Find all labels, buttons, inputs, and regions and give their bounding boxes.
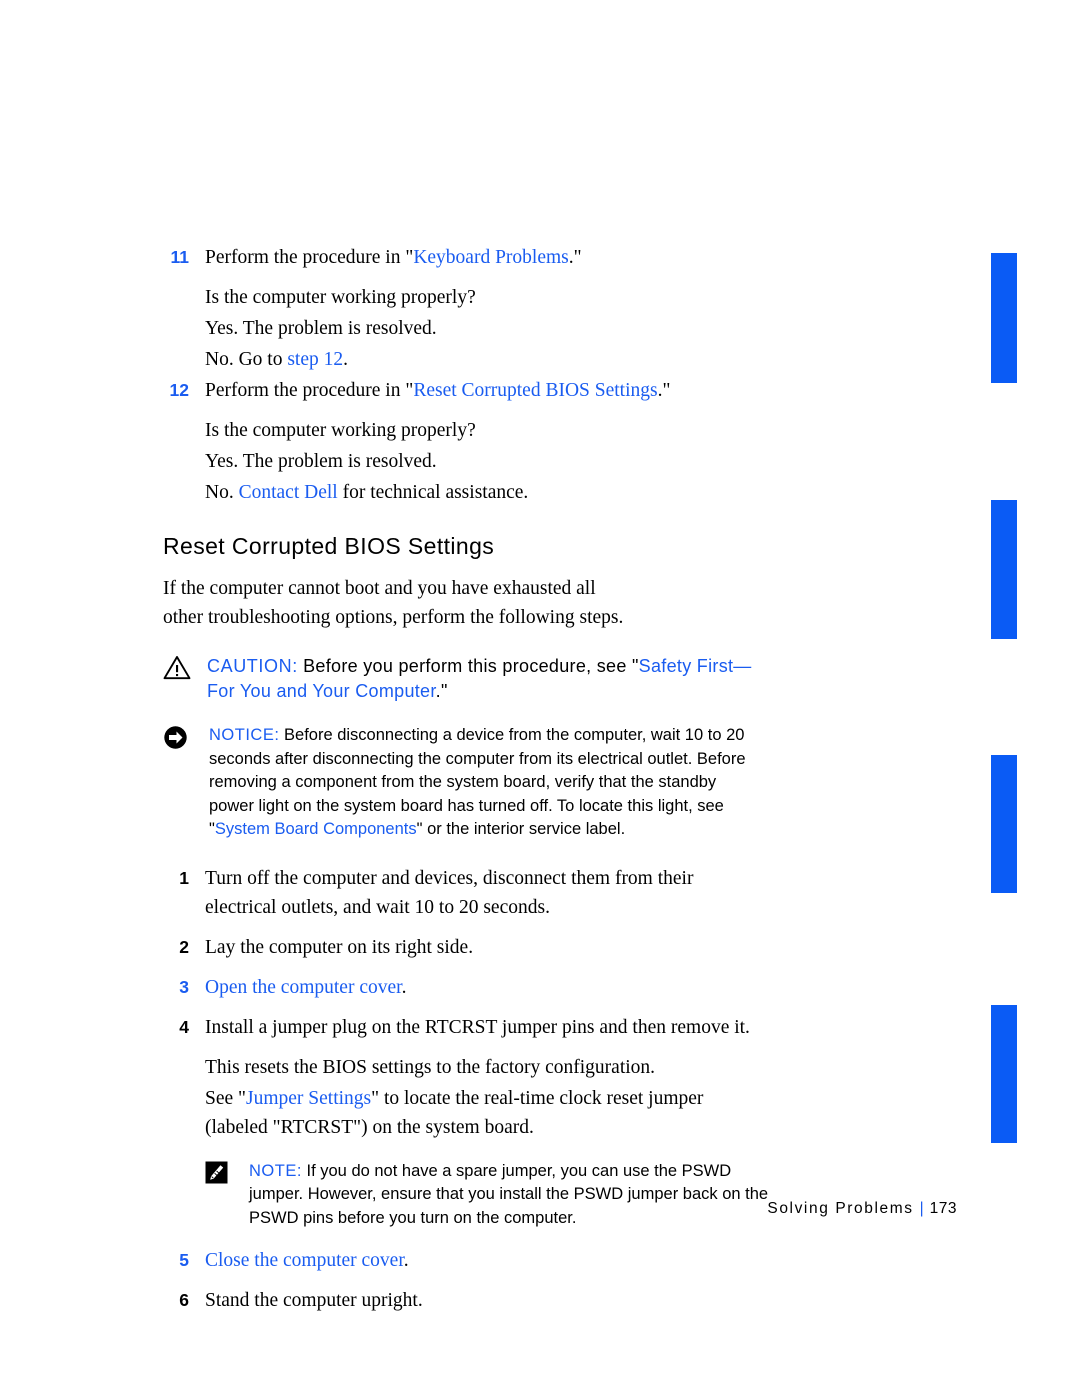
pencil-note-icon (205, 1161, 239, 1187)
list-item-step-2: 2 Lay the computer on its right side. (163, 933, 763, 962)
list-item-step-4: 4 Install a jumper plug on the RTCRST ju… (163, 1013, 763, 1042)
answer-no-text: No. Go to step 12. (205, 349, 349, 370)
list-item-step-5: 5 Close the computer cover. (163, 1246, 763, 1275)
step-text: Close the computer cover. (205, 1250, 409, 1271)
step-text: Install a jumper plug on the RTCRST jump… (205, 1016, 750, 1038)
step-number: 6 (179, 1290, 189, 1310)
step-4-detail-1: This resets the BIOS settings to the fac… (205, 1056, 656, 1078)
thumb-index-tab (991, 500, 1017, 639)
answer-yes-text: Yes. The problem is resolved. (205, 318, 437, 339)
link-open-the-computer-cover[interactable]: Open the computer cover (205, 977, 402, 998)
list-item-step-11: 11 Perform the procedure in "Keyboard Pr… (163, 243, 763, 272)
page-number: 173 (929, 1200, 957, 1217)
notice-text: NOTICE: Before disconnecting a device fr… (209, 726, 746, 838)
question-text: Is the computer working properly? (205, 287, 476, 308)
step-text: Perform the procedure in "Reset Corrupte… (205, 380, 671, 401)
list-item-step-3: 3 Open the computer cover. (163, 973, 763, 1002)
step-4-detail-2: See "Jumper Settings" to locate the real… (205, 1087, 704, 1138)
section-heading: Reset Corrupted BIOS Settings (163, 533, 495, 559)
list-item-step-1: 1 Turn off the computer and devices, dis… (163, 864, 763, 922)
step-number: 4 (179, 1016, 189, 1037)
link-step-12[interactable]: step 12 (287, 349, 343, 370)
note-label: NOTE: (249, 1161, 302, 1180)
document-page: 11 Perform the procedure in "Keyboard Pr… (0, 0, 1080, 1397)
step-number: 2 (179, 936, 189, 957)
notice-label: NOTICE: (209, 726, 280, 744)
notice-block: NOTICE: Before disconnecting a device fr… (163, 724, 763, 842)
link-jumper-settings[interactable]: Jumper Settings (246, 1088, 371, 1109)
caution-text: CAUTION: Before you perform this procedu… (207, 656, 752, 701)
intro-paragraph: If the computer cannot boot and you have… (163, 578, 624, 628)
step-text: Stand the computer upright. (205, 1290, 423, 1311)
note-block: NOTE: If you do not have a spare jumper,… (205, 1160, 768, 1231)
caution-label: CAUTION: (207, 656, 298, 676)
step-text: Open the computer cover. (205, 976, 407, 998)
list-item-step-12: 12 Perform the procedure in "Reset Corru… (163, 376, 763, 405)
step-number: 1 (179, 867, 189, 888)
link-close-the-computer-cover[interactable]: Close the computer cover (205, 1250, 404, 1271)
caution-block: CAUTION: Before you perform this procedu… (163, 654, 763, 704)
thumb-index-tab (991, 755, 1017, 893)
link-keyboard-problems[interactable]: Keyboard Problems (413, 247, 568, 268)
link-contact-dell[interactable]: Contact Dell (239, 482, 338, 503)
thumb-index-tab (991, 1005, 1017, 1143)
page-content: 11 Perform the procedure in "Keyboard Pr… (163, 243, 768, 1317)
step-number: 5 (179, 1250, 189, 1270)
step-text: Turn off the computer and devices, disco… (205, 867, 694, 918)
thumb-index-tab (991, 253, 1017, 383)
link-system-board-components[interactable]: System Board Components (215, 820, 417, 838)
link-reset-corrupted-bios-settings[interactable]: Reset Corrupted BIOS Settings (413, 380, 657, 401)
step-text: Perform the procedure in "Keyboard Probl… (205, 247, 582, 268)
question-text: Is the computer working properly? (205, 420, 476, 441)
step-text: Lay the computer on its right side. (205, 936, 474, 958)
step-number: 3 (179, 976, 189, 997)
step-number: 12 (169, 380, 189, 400)
circle-arrow-icon (163, 725, 197, 751)
warning-triangle-icon (163, 655, 197, 681)
answer-no-text: No. Contact Dell for technical assistanc… (205, 482, 529, 503)
step-number: 11 (170, 247, 190, 267)
list-item-step-6: 6 Stand the computer upright. (163, 1286, 763, 1315)
footer-separator: | (919, 1200, 924, 1217)
page-footer: Solving Problems | 173 (0, 1200, 957, 1218)
note-text: NOTE: If you do not have a spare jumper,… (249, 1161, 769, 1227)
footer-chapter-title: Solving Problems (767, 1200, 914, 1217)
answer-yes-text: Yes. The problem is resolved. (205, 451, 437, 472)
